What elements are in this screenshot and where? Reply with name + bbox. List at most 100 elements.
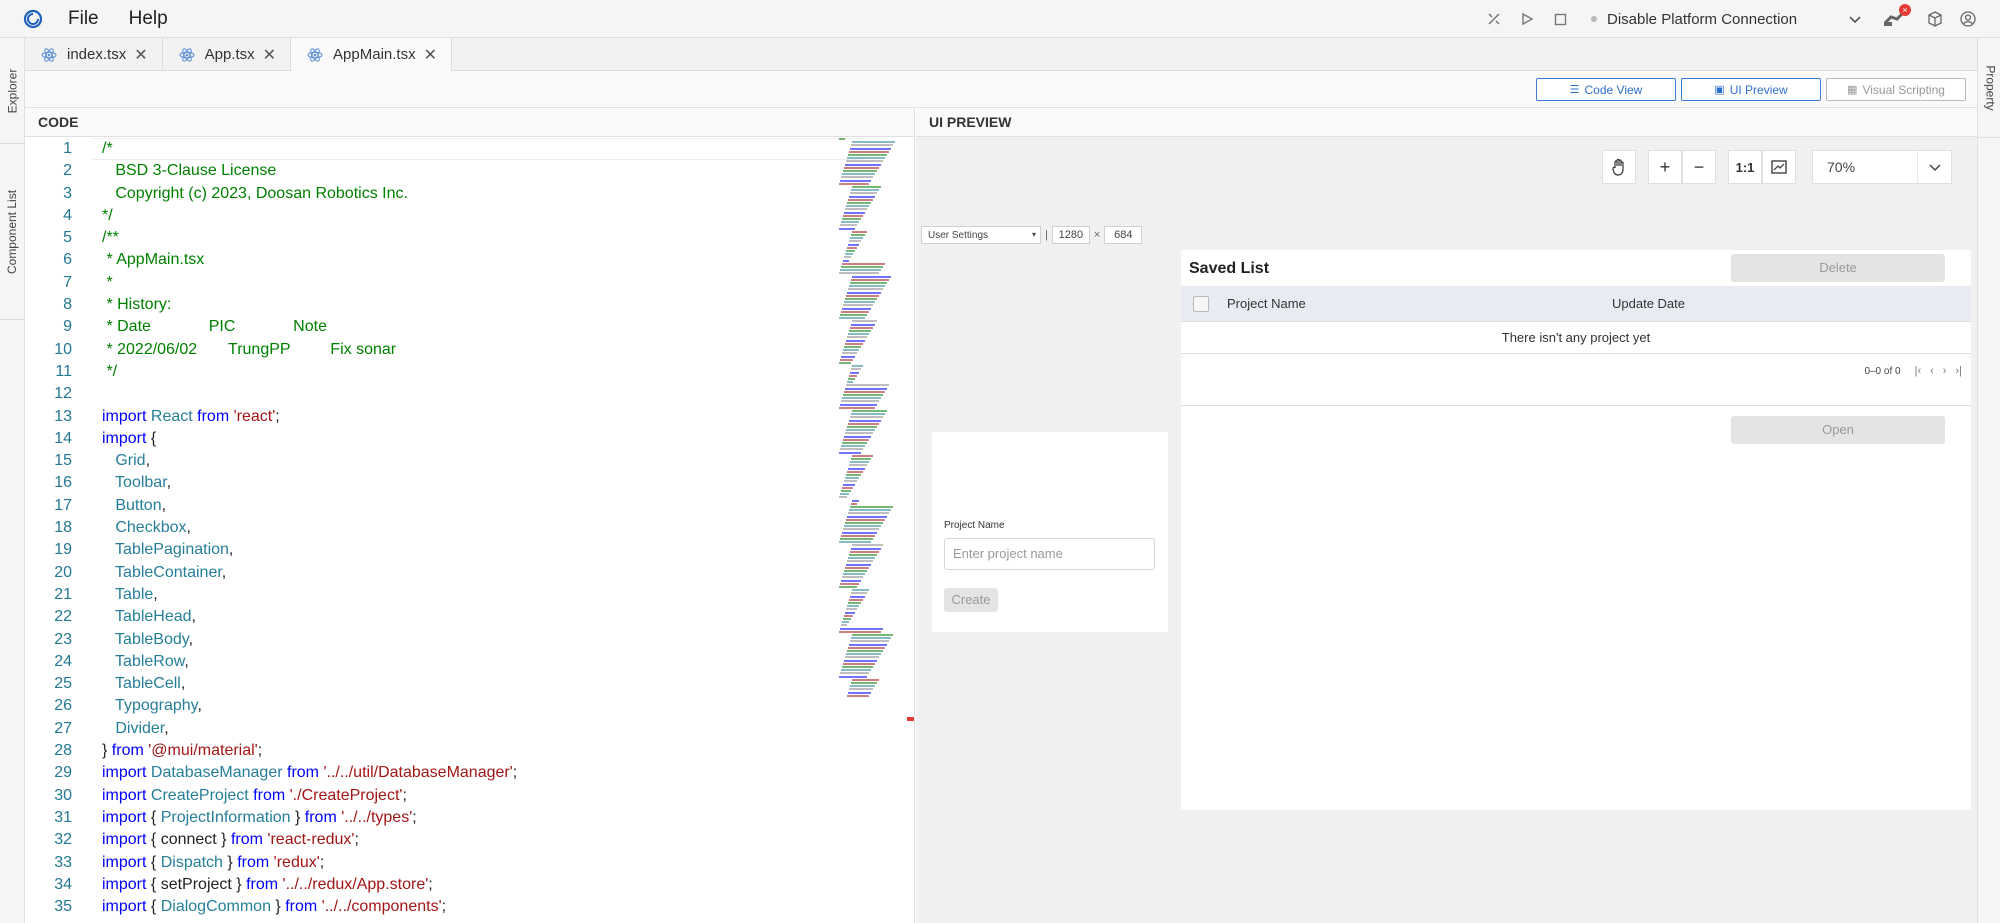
code-line[interactable]: 13 import React from 'react'; <box>25 406 840 428</box>
minimap-row <box>840 314 867 316</box>
code-text: Table, <box>102 584 158 606</box>
code-editor[interactable]: 1/* 2 BSD 3-Clause License 3 Copyright (c)… <box>25 138 840 918</box>
code-line[interactable]: 34 import { setProject } from '../../redu… <box>25 874 840 896</box>
sidebar-tab-component-list[interactable]: Component List <box>0 144 25 320</box>
code-line[interactable]: 12 <box>25 383 840 405</box>
account-icon[interactable] <box>1958 9 1978 29</box>
code-token: { setProject } <box>150 875 247 893</box>
minimap-row <box>850 147 891 150</box>
code-line[interactable]: 3 Copyright (c) 2023, Doosan Robotics In… <box>25 183 840 205</box>
minimap-row <box>848 557 875 560</box>
code-line[interactable]: 15 Grid, <box>25 450 840 472</box>
previous-page-icon[interactable]: ‹ <box>1930 365 1934 377</box>
code-line[interactable]: 11 */ <box>25 361 840 383</box>
visual-scripting-button[interactable]: ▦ Visual Scripting <box>1826 78 1966 101</box>
code-line[interactable]: 1 /* <box>25 138 840 160</box>
ui-preview-button[interactable]: ▣ UI Preview <box>1681 78 1821 101</box>
stop-icon[interactable] <box>1550 9 1570 29</box>
select-all-checkbox[interactable] <box>1193 296 1209 312</box>
sidebar-tab-explorer[interactable]: Explorer <box>0 38 25 144</box>
minimap-row <box>851 637 891 640</box>
code-line[interactable]: 7 * <box>25 272 840 294</box>
code-line[interactable]: 35 import { DialogCommon } from '../../co… <box>25 896 840 918</box>
tab-app-tsx[interactable]: App.tsx ✕ <box>163 38 292 71</box>
zoom-out-icon[interactable]: − <box>1682 150 1716 184</box>
play-icon[interactable] <box>1517 9 1537 29</box>
code-line[interactable]: 21 Table, <box>25 584 840 606</box>
sidebar-tab-property[interactable]: Property <box>1978 38 2000 138</box>
minimap-row <box>848 602 861 604</box>
minimap-row <box>839 317 865 320</box>
device-height-input[interactable]: 684 <box>1104 226 1143 244</box>
code-text: * <box>102 272 112 294</box>
first-page-icon[interactable]: |‹ <box>1915 365 1922 377</box>
code-token: /** <box>102 229 119 247</box>
code-line[interactable]: 31 import { ProjectInformation } from '..… <box>25 807 840 829</box>
minimap-row <box>848 288 883 291</box>
next-page-icon[interactable]: › <box>1943 365 1947 377</box>
column-project-name[interactable]: Project Name <box>1227 296 1306 311</box>
code-line[interactable]: 4 */ <box>25 205 840 227</box>
code-token: Checkbox <box>102 519 187 537</box>
code-line[interactable]: 8 * History: <box>25 294 840 316</box>
code-line[interactable]: 10 * 2022/06/02 TrungPP Fix sonar <box>25 339 840 361</box>
fit-screen-icon[interactable] <box>1762 150 1796 184</box>
platform-connection-select[interactable]: Disable Platform Connection <box>1591 0 1861 38</box>
build-icon[interactable] <box>1484 9 1504 29</box>
code-line[interactable]: 26 Typography, <box>25 695 840 717</box>
minimap-row <box>846 160 883 163</box>
package-icon[interactable] <box>1925 9 1945 29</box>
code-line[interactable]: 25 TableCell, <box>25 673 840 695</box>
code-line[interactable]: 23 TableBody, <box>25 629 840 651</box>
code-line[interactable]: 17 Button, <box>25 495 840 517</box>
right-sidebar: Property <box>1977 38 2000 923</box>
minimap-row <box>844 346 861 348</box>
column-update-date[interactable]: Update Date <box>1612 296 1685 311</box>
menu-file[interactable]: File <box>68 8 99 30</box>
minimap-row <box>845 566 869 569</box>
code-view-button[interactable]: ☰ Code View <box>1536 78 1676 101</box>
create-button[interactable]: Create <box>944 588 998 612</box>
code-line[interactable]: 32 import { connect } from 'react-redux'; <box>25 829 840 851</box>
line-number: 33 <box>54 853 72 871</box>
robot-icon[interactable]: × <box>1883 4 1911 29</box>
code-line[interactable]: 29 import DatabaseManager from '../../uti… <box>25 762 840 784</box>
code-line[interactable]: 20 TableContainer, <box>25 562 840 584</box>
code-token: '../../types' <box>341 808 413 826</box>
code-line[interactable]: 5 /** <box>25 227 840 249</box>
code-line[interactable]: 19 TablePagination, <box>25 539 840 561</box>
delete-button[interactable]: Delete <box>1731 254 1945 282</box>
close-icon[interactable]: ✕ <box>263 45 276 65</box>
last-page-icon[interactable]: ›| <box>1955 365 1962 377</box>
actual-size-button[interactable]: 1:1 <box>1728 150 1762 184</box>
minimap-row <box>840 358 853 361</box>
device-width-input[interactable]: 1280 <box>1051 226 1090 244</box>
code-line[interactable]: 16 Toolbar, <box>25 472 840 494</box>
close-icon[interactable]: ✕ <box>134 45 147 65</box>
code-line[interactable]: 22 TableHead, <box>25 606 840 628</box>
tab-index-tsx[interactable]: index.tsx ✕ <box>25 38 163 71</box>
zoom-in-icon[interactable]: + <box>1648 150 1682 184</box>
code-line[interactable]: 30 import CreateProject from './CreatePro… <box>25 785 840 807</box>
code-line[interactable]: 14 import { <box>25 428 840 450</box>
code-line[interactable]: 27 Divider, <box>25 718 840 740</box>
project-name-input[interactable]: Enter project name <box>944 538 1155 570</box>
code-line[interactable]: 6 * AppMain.tsx <box>25 249 840 271</box>
tab-appmain-tsx[interactable]: AppMain.tsx ✕ <box>291 38 452 71</box>
device-preset-select[interactable]: User Settings ▾ <box>921 226 1041 244</box>
code-line[interactable]: 2 BSD 3-Clause License <box>25 160 840 182</box>
menu-help[interactable]: Help <box>129 8 168 30</box>
code-minimap[interactable] <box>837 138 899 698</box>
code-line[interactable]: 24 TableRow, <box>25 651 840 673</box>
preview-panel-title: UI PREVIEW <box>916 108 1977 137</box>
code-line[interactable]: 28} from '@mui/material'; <box>25 740 840 762</box>
code-line[interactable]: 33 import { Dispatch } from 'redux'; <box>25 852 840 874</box>
zoom-level-select[interactable]: 70% <box>1812 150 1952 185</box>
hand-tool-icon[interactable] <box>1602 150 1636 184</box>
close-icon[interactable]: ✕ <box>424 45 437 65</box>
code-line[interactable]: 9 * Date PIC Note <box>25 316 840 338</box>
open-button[interactable]: Open <box>1731 416 1945 444</box>
code-token: * Date PIC Note <box>102 318 327 336</box>
minimap-row <box>844 256 851 259</box>
code-line[interactable]: 18 Checkbox, <box>25 517 840 539</box>
